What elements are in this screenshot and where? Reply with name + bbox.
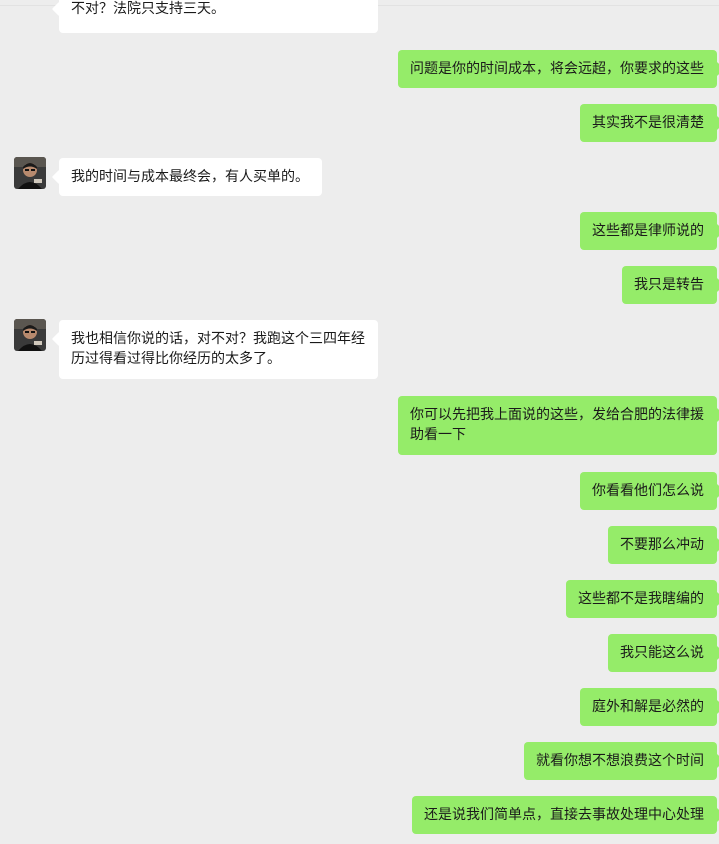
contact-avatar[interactable] bbox=[14, 157, 46, 189]
sent-message[interactable]: 还是说我们简单点，直接去事故处理中心处理 bbox=[412, 796, 717, 834]
message-text: 这些都不是我瞎编的 bbox=[578, 591, 704, 607]
message-text: 你可以先把我上面说的这些，发给合肥的法律援助看一下 bbox=[410, 407, 704, 443]
sent-message[interactable]: 你可以先把我上面说的这些，发给合肥的法律援助看一下 bbox=[398, 396, 717, 455]
avatar-photo-icon bbox=[14, 157, 46, 189]
sent-message[interactable]: 不要那么冲动 bbox=[608, 526, 717, 564]
message-text: 我只能这么说 bbox=[620, 645, 704, 661]
avatar-photo-icon bbox=[14, 319, 46, 351]
sent-message[interactable]: 你看看他们怎么说 bbox=[580, 472, 717, 510]
message-text: 庭外和解是必然的 bbox=[592, 699, 704, 715]
message-text: 我的时间与成本最终会，有人买单的。 bbox=[71, 169, 309, 185]
contact-avatar[interactable] bbox=[14, 319, 46, 351]
sent-message[interactable]: 这些都是律师说的 bbox=[580, 212, 717, 250]
message-text: 不要那么冲动 bbox=[620, 537, 704, 553]
message-text: 我只是转告 bbox=[634, 277, 704, 293]
sent-message[interactable]: 就看你想不想浪费这个时间 bbox=[524, 742, 717, 780]
received-message[interactable]: 不对？法院只支持三天。 bbox=[59, 0, 378, 33]
sent-message[interactable]: 其实我不是很清楚 bbox=[580, 104, 717, 142]
sent-message[interactable]: 我只是转告 bbox=[622, 266, 717, 304]
message-text: 就看你想不想浪费这个时间 bbox=[536, 753, 704, 769]
message-text: 你看看他们怎么说 bbox=[592, 483, 704, 499]
sent-message[interactable]: 庭外和解是必然的 bbox=[580, 688, 717, 726]
sent-message[interactable]: 问题是你的时间成本，将会远超，你要求的这些 bbox=[398, 50, 717, 88]
message-text: 这些都是律师说的 bbox=[592, 223, 704, 239]
message-text: 不对？法院只支持三天。 bbox=[71, 1, 225, 17]
received-message[interactable]: 我的时间与成本最终会，有人买单的。 bbox=[59, 158, 322, 196]
message-text: 我也相信你说的话，对不对？我跑这个三四年经历过得看过得比你经历的太多了。 bbox=[71, 331, 365, 367]
received-message[interactable]: 我也相信你说的话，对不对？我跑这个三四年经历过得看过得比你经历的太多了。 bbox=[59, 320, 378, 379]
message-text: 其实我不是很清楚 bbox=[592, 115, 704, 131]
sent-message[interactable]: 我只能这么说 bbox=[608, 634, 717, 672]
message-text: 问题是你的时间成本，将会远超，你要求的这些 bbox=[410, 61, 704, 77]
sent-message[interactable]: 这些都不是我瞎编的 bbox=[566, 580, 717, 618]
message-text: 还是说我们简单点，直接去事故处理中心处理 bbox=[424, 807, 704, 823]
